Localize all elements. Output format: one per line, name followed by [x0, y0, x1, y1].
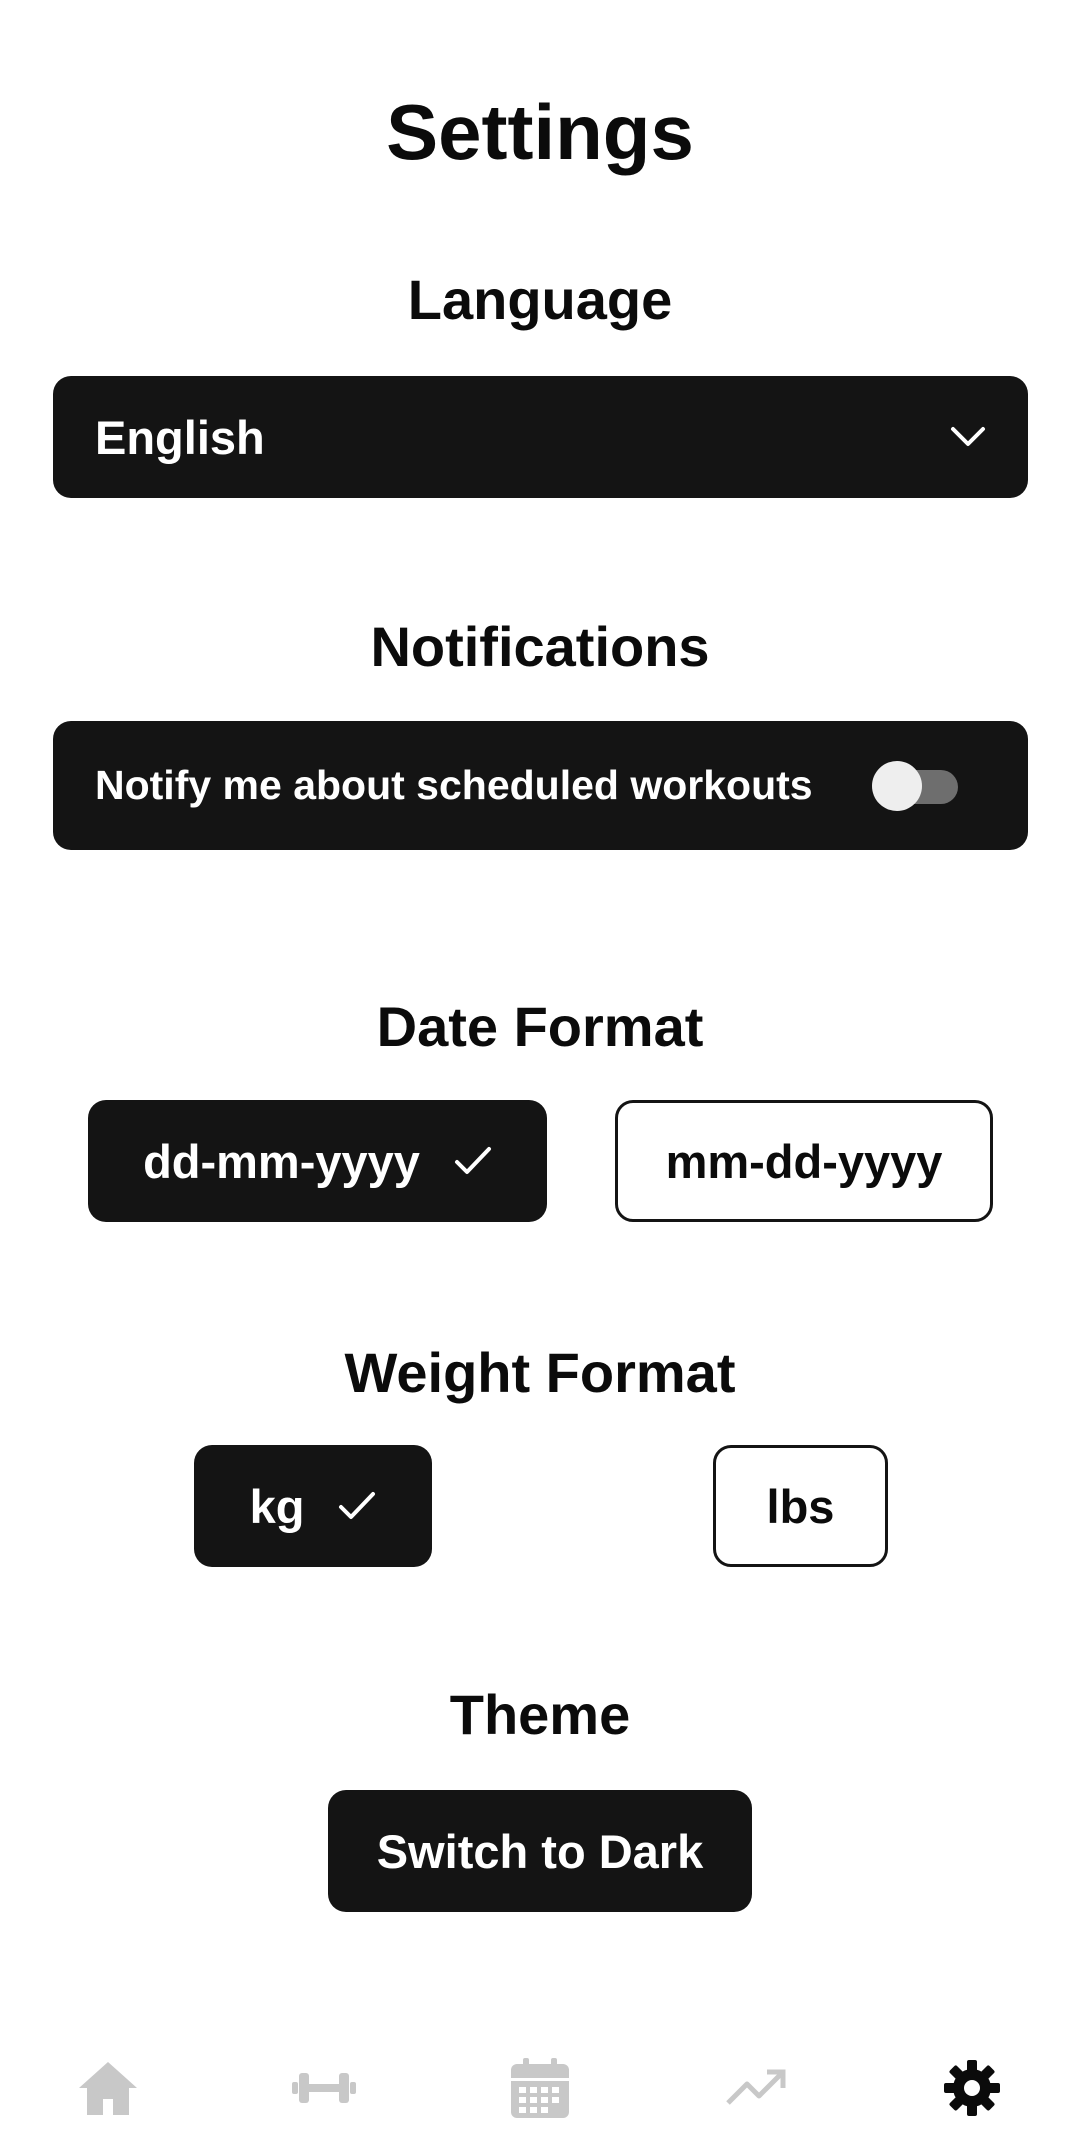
date-format-option-label: dd-mm-yyyy	[143, 1134, 420, 1188]
weight-format-option-label: lbs	[766, 1479, 835, 1533]
weight-format-option-kg[interactable]: kg	[194, 1445, 432, 1567]
chevron-down-icon	[950, 426, 986, 448]
language-select[interactable]: English	[53, 376, 1028, 498]
tab-calendar[interactable]	[432, 2057, 648, 2118]
switch-theme-label: Switch to Dark	[376, 1824, 704, 1878]
page-title: Settings	[386, 88, 694, 176]
tab-home[interactable]	[0, 2059, 216, 2117]
gear-icon	[942, 2058, 1002, 2118]
date-format-section-title: Date Format	[376, 995, 704, 1058]
dumbbell-icon	[292, 2071, 356, 2105]
notifications-section-title: Notifications	[370, 615, 710, 678]
weight-format-option-label: kg	[249, 1479, 305, 1533]
tab-settings[interactable]	[864, 2058, 1080, 2118]
calendar-icon	[511, 2057, 569, 2118]
date-format-option-label: mm-dd-yyyy	[665, 1134, 943, 1188]
trending-up-icon	[725, 2068, 787, 2108]
tab-workouts[interactable]	[216, 2071, 432, 2105]
theme-section-title: Theme	[449, 1683, 631, 1746]
weight-format-section-title: Weight Format	[344, 1341, 736, 1404]
switch-theme-button[interactable]: Switch to Dark	[328, 1790, 752, 1912]
checkmark-icon	[338, 1491, 376, 1521]
toggle-thumb	[872, 760, 922, 811]
notification-row: Notify me about scheduled workouts	[53, 721, 1028, 850]
weight-format-option-lbs[interactable]: lbs	[713, 1445, 888, 1567]
language-selected-value: English	[95, 410, 265, 464]
notification-label: Notify me about scheduled workouts	[95, 762, 813, 808]
tab-progress[interactable]	[648, 2068, 864, 2108]
notification-toggle[interactable]	[872, 760, 958, 811]
date-format-option-ddmmyyyy[interactable]: dd-mm-yyyy	[88, 1100, 547, 1222]
home-icon	[77, 2059, 139, 2117]
language-section-title: Language	[407, 268, 673, 331]
bottom-tab-bar	[0, 2040, 1080, 2135]
date-format-option-mmddyyyy[interactable]: mm-dd-yyyy	[615, 1100, 993, 1222]
checkmark-icon	[454, 1146, 492, 1176]
